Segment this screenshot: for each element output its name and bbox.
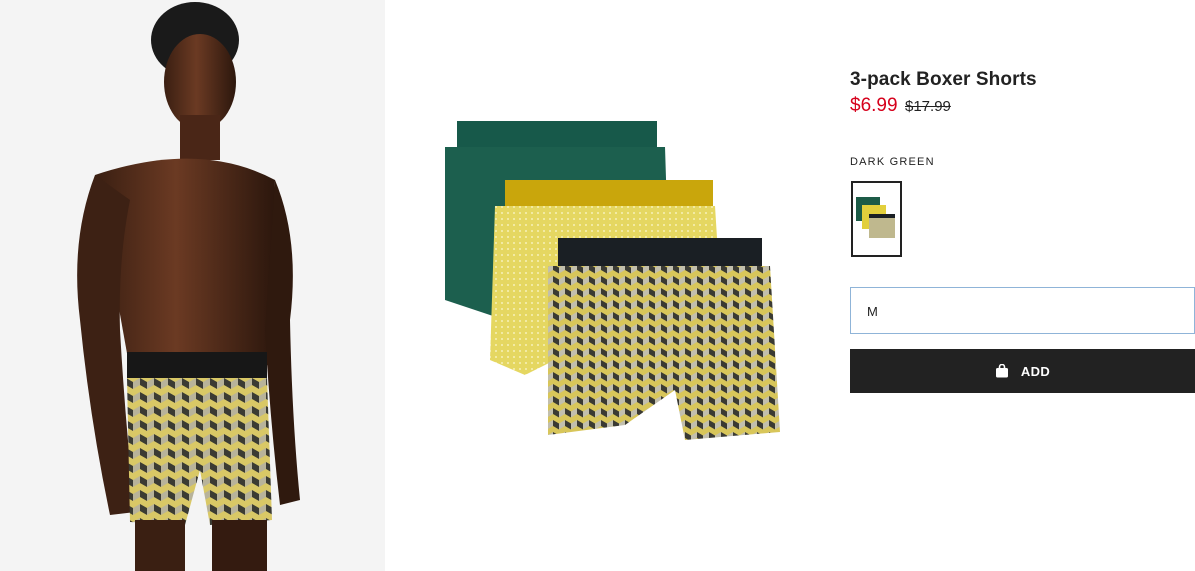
color-swatch-dark-green[interactable] [851, 181, 902, 257]
product-title: 3-pack Boxer Shorts [850, 69, 1037, 90]
product-info-panel: 3-pack Boxer Shorts $6.99 $17.99 DARK GR… [850, 0, 1195, 571]
shopping-bag-icon [995, 364, 1009, 378]
add-to-bag-button[interactable]: ADD [850, 349, 1195, 393]
original-price: $17.99 [905, 98, 951, 115]
selected-color-label: DARK GREEN [850, 156, 935, 168]
model-photo [0, 0, 385, 571]
price-row: $6.99 $17.99 [850, 95, 951, 117]
product-photo [385, 0, 830, 571]
product-page: 3-pack Boxer Shorts $6.99 $17.99 DARK GR… [0, 0, 1195, 571]
size-selected-value: M [867, 304, 878, 319]
size-select[interactable]: M [850, 287, 1195, 334]
add-button-label: ADD [1020, 363, 1051, 379]
sale-price: $6.99 [850, 95, 898, 116]
